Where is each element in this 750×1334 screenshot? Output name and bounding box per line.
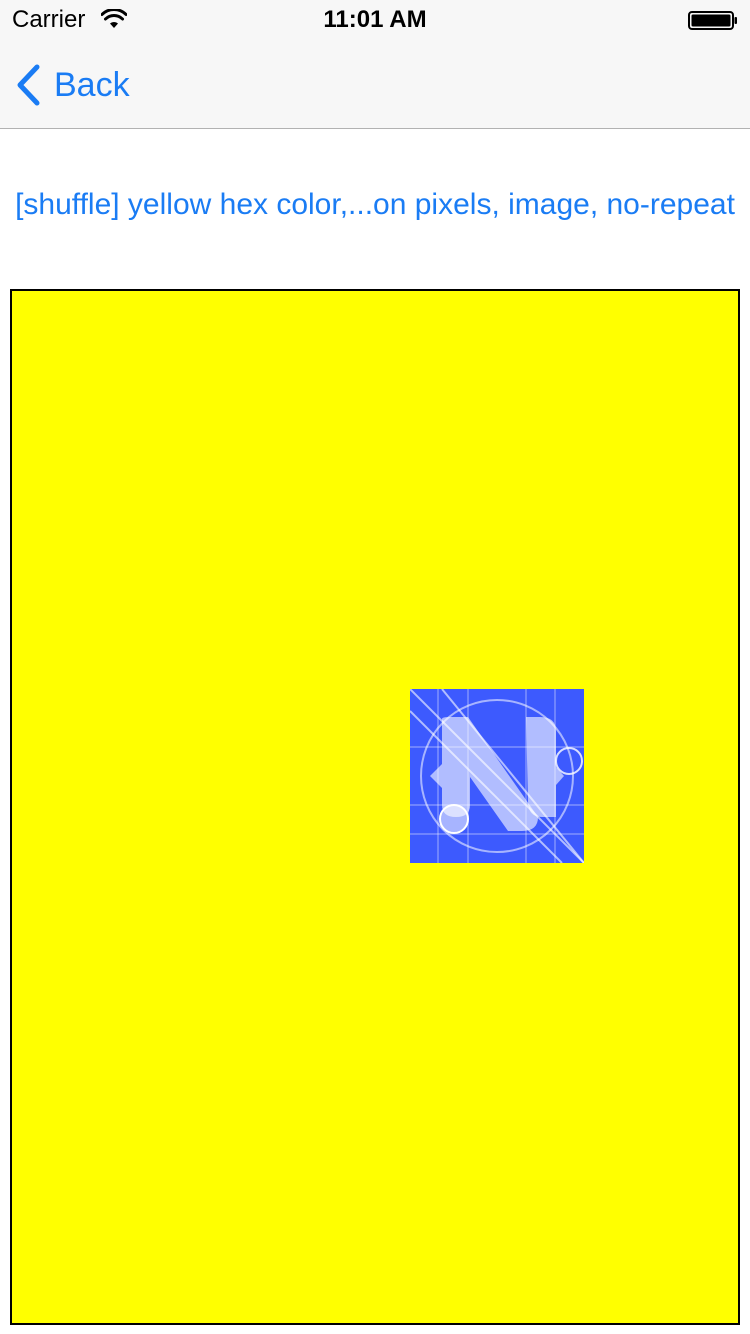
status-bar: Carrier 11:01 AM bbox=[0, 0, 750, 40]
shuffle-button[interactable]: [shuffle] yellow hex color,...on pixels,… bbox=[0, 185, 750, 225]
background-preview bbox=[10, 289, 740, 1325]
back-button[interactable]: Back bbox=[14, 62, 130, 108]
nativescript-logo-icon bbox=[410, 689, 584, 863]
chevron-left-icon bbox=[17, 64, 40, 106]
clock-label: 11:01 AM bbox=[323, 6, 427, 33]
navigation-bar: Back bbox=[0, 40, 750, 129]
back-label: Back bbox=[54, 66, 130, 104]
battery-icon bbox=[688, 11, 737, 30]
